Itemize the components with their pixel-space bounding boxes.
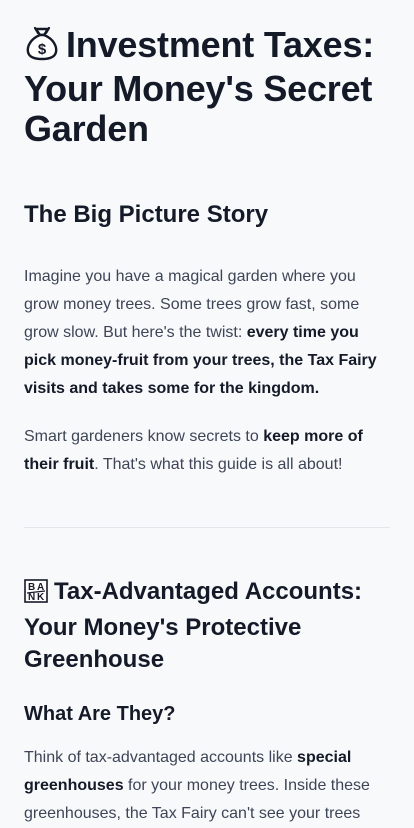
subheading-what-are-they: What Are They? <box>24 703 176 725</box>
smart-gardeners-paragraph: Smart gardeners know secrets to keep mor… <box>24 428 363 473</box>
svg-text:N: N <box>28 592 35 603</box>
svg-text:$: $ <box>38 41 47 58</box>
section-heading-text: Tax-Advantaged Accounts: Your Money's Pr… <box>24 578 363 673</box>
page: $ Investment Taxes: Your Money's Secret … <box>0 0 414 828</box>
section-heading-tax-advantaged: B A N K Tax-Advantaged Accounts: Your Mo… <box>24 576 390 676</box>
svg-text:K: K <box>37 592 45 603</box>
section-divider <box>24 527 390 528</box>
money-bag-icon: $ <box>24 25 60 69</box>
bank-icon: B A N K <box>24 579 48 612</box>
page-title-text: Investment Taxes: Your Money's Secret Ga… <box>24 24 375 149</box>
intro-paragraph: Imagine you have a magical garden where … <box>24 268 377 397</box>
greenhouse-paragraph: Think of tax-advantaged accounts like sp… <box>24 749 370 822</box>
page-title: $ Investment Taxes: Your Money's Secret … <box>24 24 390 149</box>
section-heading-big-picture: The Big Picture Story <box>24 201 269 228</box>
